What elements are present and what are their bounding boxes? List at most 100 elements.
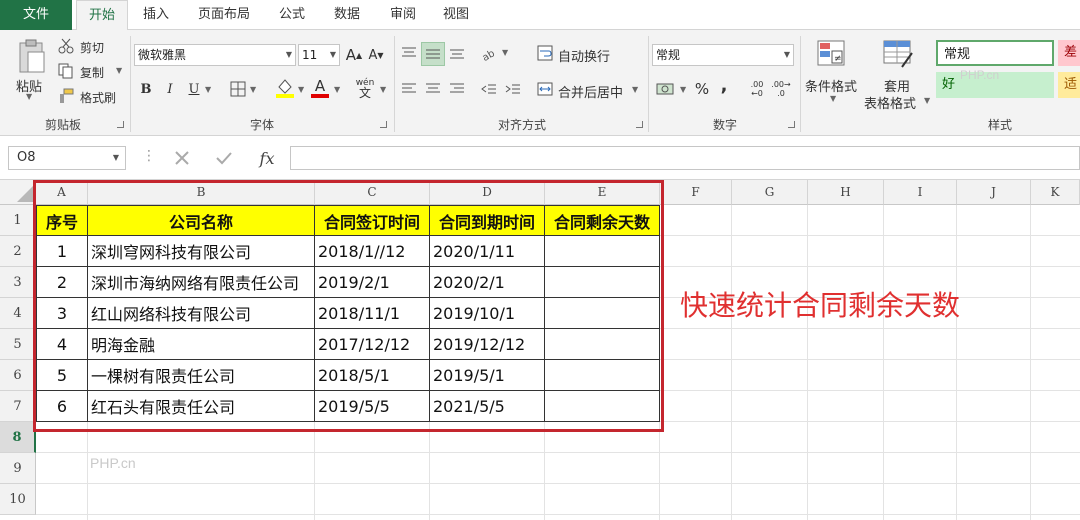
chevron-down-icon[interactable]: ▼ <box>924 96 930 105</box>
table-header-cell[interactable]: 合同剩余天数 <box>545 205 660 236</box>
increase-indent-icon[interactable] <box>502 78 524 100</box>
table-cell[interactable]: 红石头有限责任公司 <box>88 391 315 422</box>
cut-label[interactable]: 剪切 <box>80 39 104 56</box>
number-format-dropdown[interactable]: 常规 ▼ <box>652 44 794 66</box>
align-bottom-icon[interactable] <box>446 42 468 64</box>
number-launcher-icon[interactable] <box>788 121 795 128</box>
table-cell[interactable]: 2 <box>36 267 88 298</box>
column-header-h[interactable]: H <box>808 180 884 205</box>
align-center-icon[interactable] <box>422 78 444 100</box>
style-normal[interactable]: 常规 <box>936 40 1054 66</box>
column-header-a[interactable]: A <box>36 180 88 205</box>
column-header-d[interactable]: D <box>430 180 545 205</box>
alignment-launcher-icon[interactable] <box>636 121 643 128</box>
table-cell[interactable]: 2018/11/1 <box>315 298 430 329</box>
table-header-cell[interactable]: 合同到期时间 <box>430 205 545 236</box>
chevron-down-icon[interactable]: ▼ <box>298 85 304 94</box>
copy-icon[interactable] <box>58 63 74 79</box>
table-cell[interactable]: 5 <box>36 360 88 391</box>
table-cell[interactable] <box>545 267 660 298</box>
column-header-e[interactable]: E <box>545 180 660 205</box>
font-size-dropdown[interactable]: 11 ▼ <box>298 44 340 66</box>
tab-view[interactable]: 视图 <box>432 0 480 30</box>
tab-formulas[interactable]: 公式 <box>268 0 316 30</box>
table-cell[interactable] <box>545 391 660 422</box>
tab-home[interactable]: 开始 <box>76 0 128 31</box>
currency-icon[interactable] <box>654 78 678 100</box>
table-cell[interactable]: 1 <box>36 236 88 267</box>
table-cell[interactable]: 2019/5/5 <box>315 391 430 422</box>
table-cell[interactable] <box>545 360 660 391</box>
shrink-font-button[interactable]: A ▼ <box>366 44 386 66</box>
tab-data[interactable]: 数据 <box>323 0 371 30</box>
table-header-cell[interactable]: 合同签订时间 <box>315 205 430 236</box>
align-top-icon[interactable] <box>398 42 420 64</box>
chevron-down-icon[interactable]: ▼ <box>250 85 256 94</box>
table-cell[interactable]: 深圳穹网科技有限公司 <box>88 236 315 267</box>
underline-button[interactable]: U <box>186 78 202 100</box>
select-all-corner[interactable] <box>0 180 36 205</box>
column-header-j[interactable]: J <box>957 180 1031 205</box>
chevron-down-icon[interactable]: ▼ <box>502 48 508 57</box>
merge-center-label[interactable]: 合并后居中 <box>558 82 623 101</box>
table-cell[interactable] <box>545 329 660 360</box>
table-cell[interactable]: 红山网络科技有限公司 <box>88 298 315 329</box>
table-header-cell[interactable]: 序号 <box>36 205 88 236</box>
table-cell[interactable]: 2019/5/1 <box>430 360 545 391</box>
merge-center-icon[interactable] <box>536 80 554 98</box>
format-painter-label[interactable]: 格式刷 <box>80 89 116 106</box>
bold-button[interactable]: B <box>138 78 154 100</box>
table-cell[interactable]: 2019/12/12 <box>430 329 545 360</box>
worksheet-grid[interactable]: ABCDEFGHIJK 1 2 3 4 5 6 7 8 9 10 序号 公司名称 合同签订时间 合同到期… <box>0 180 1080 520</box>
decrease-indent-icon[interactable] <box>478 78 500 100</box>
phonetic-button[interactable]: wén 文 <box>352 76 378 100</box>
table-cell[interactable]: 一棵树有限责任公司 <box>88 360 315 391</box>
row-header-3[interactable]: 3 <box>0 267 36 298</box>
chevron-down-icon[interactable]: ▼ <box>632 85 638 94</box>
wrap-text-icon[interactable] <box>536 44 554 62</box>
table-cell[interactable]: 2017/12/12 <box>315 329 430 360</box>
row-header-6[interactable]: 6 <box>0 360 36 391</box>
style-bad[interactable]: 差 <box>1058 40 1080 66</box>
grow-font-button[interactable]: A ▲ <box>344 44 364 66</box>
column-header-g[interactable]: G <box>732 180 808 205</box>
table-cell[interactable]: 2020/1/11 <box>430 236 545 267</box>
italic-button[interactable]: I <box>162 78 178 100</box>
tab-review[interactable]: 审阅 <box>379 0 427 30</box>
table-cell[interactable]: 4 <box>36 329 88 360</box>
chevron-down-icon[interactable]: ▼ <box>830 94 836 103</box>
table-cell[interactable]: 6 <box>36 391 88 422</box>
table-cell[interactable]: 深圳市海纳网络有限责任公司 <box>88 267 315 298</box>
wrap-text-label[interactable]: 自动换行 <box>558 46 610 65</box>
cancel-entry-icon[interactable] <box>172 148 192 168</box>
increase-decimal-button[interactable]: .00 ←0 <box>746 78 768 100</box>
table-header-cell[interactable]: 公司名称 <box>88 205 315 236</box>
format-table-label-2[interactable]: 表格格式 <box>864 93 916 112</box>
column-header-b[interactable]: B <box>88 180 315 205</box>
paste-dropdown-icon[interactable]: ▼ <box>26 92 32 101</box>
fill-color-icon[interactable] <box>274 76 296 100</box>
align-right-icon[interactable] <box>446 78 468 100</box>
row-header-10[interactable]: 10 <box>0 484 36 515</box>
row-header-9[interactable]: 9 <box>0 453 36 484</box>
copy-dropdown-icon[interactable]: ▼ <box>116 66 122 75</box>
align-left-icon[interactable] <box>398 78 420 100</box>
align-middle-icon[interactable] <box>421 42 445 66</box>
chevron-down-icon[interactable]: ▼ <box>380 85 386 94</box>
font-launcher-icon[interactable] <box>380 121 387 128</box>
chevron-down-icon[interactable]: ▼ <box>334 85 340 94</box>
copy-label[interactable]: 复制 <box>80 64 104 81</box>
name-box[interactable]: O8 ▼ <box>8 146 126 170</box>
format-painter-icon[interactable] <box>58 88 74 104</box>
row-header-4[interactable]: 4 <box>0 298 36 329</box>
conditional-formatting-label[interactable]: 条件格式 <box>805 76 857 95</box>
table-cell[interactable]: 2020/2/1 <box>430 267 545 298</box>
decrease-decimal-button[interactable]: .00→ .0 <box>770 78 792 100</box>
row-header-5[interactable]: 5 <box>0 329 36 360</box>
insert-function-button[interactable]: fx <box>254 146 280 170</box>
row-header-7[interactable]: 7 <box>0 391 36 422</box>
row-header-8[interactable]: 8 <box>0 422 36 453</box>
chevron-down-icon[interactable]: ▼ <box>680 85 686 94</box>
scissors-icon[interactable] <box>58 38 74 54</box>
table-cell[interactable]: 2018/5/1 <box>315 360 430 391</box>
